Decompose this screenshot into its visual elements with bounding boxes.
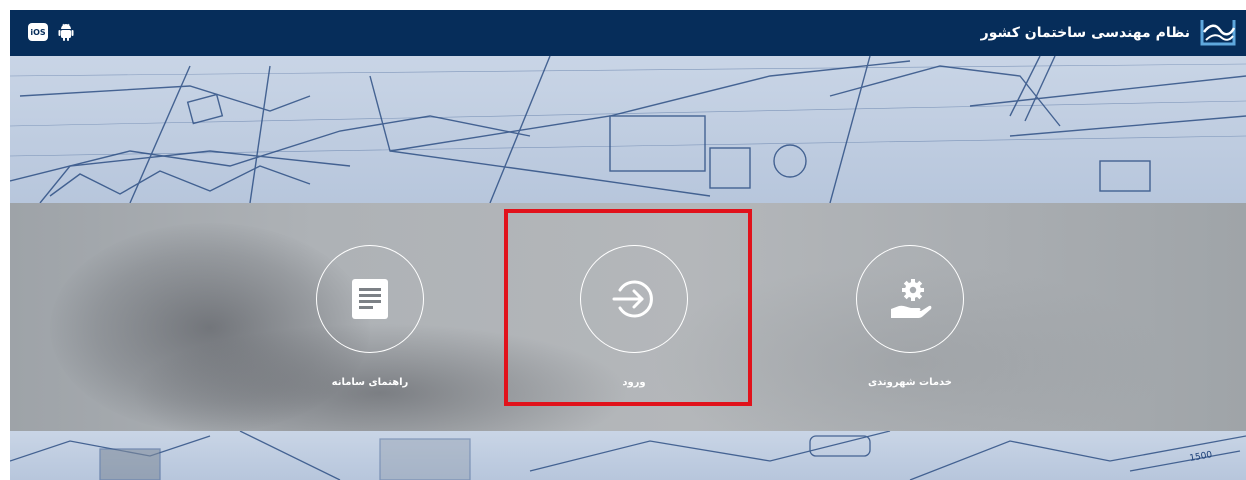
page: نظام مهندسی ساختمان کشور iOS راهنمای سام… [10,10,1246,480]
brand[interactable]: نظام مهندسی ساختمان کشور [981,14,1238,52]
main-menu-panel: راهنمای سامانه ورود خدمات شهروندی [10,203,1246,431]
citizen-services-label: خدمات شهروندی [867,377,953,388]
system-guide-tile[interactable]: راهنمای سامانه [290,245,450,388]
citizen-services-tile[interactable]: خدمات شهروندی [830,245,990,388]
top-navbar: نظام مهندسی ساختمان کشور iOS [10,10,1246,56]
document-lines-icon [352,279,388,319]
blueprint-illustration: 1500 [10,431,1246,480]
login-label: ورود [622,377,646,388]
ios-app-link[interactable]: iOS [28,23,48,41]
system-guide-label: راهنمای سامانه [331,377,409,388]
citizen-services-button[interactable] [856,245,964,353]
gear-hand-icon [891,279,932,318]
login-arrow-icon [612,280,653,318]
login-button[interactable] [580,245,688,353]
login-tile[interactable]: ورود [554,245,714,388]
site-title: نظام مهندسی ساختمان کشور [980,25,1190,41]
blueprint-illustration [10,56,1246,203]
blueprint-banner-top [10,56,1246,203]
blueprint-banner-bottom: 1500 [10,431,1246,480]
app-download-links: iOS [28,22,74,42]
android-icon[interactable] [58,22,74,42]
handshake-logo-icon [1200,20,1236,46]
system-guide-button[interactable] [316,245,424,353]
dimension-label: 1500 [1189,450,1214,464]
